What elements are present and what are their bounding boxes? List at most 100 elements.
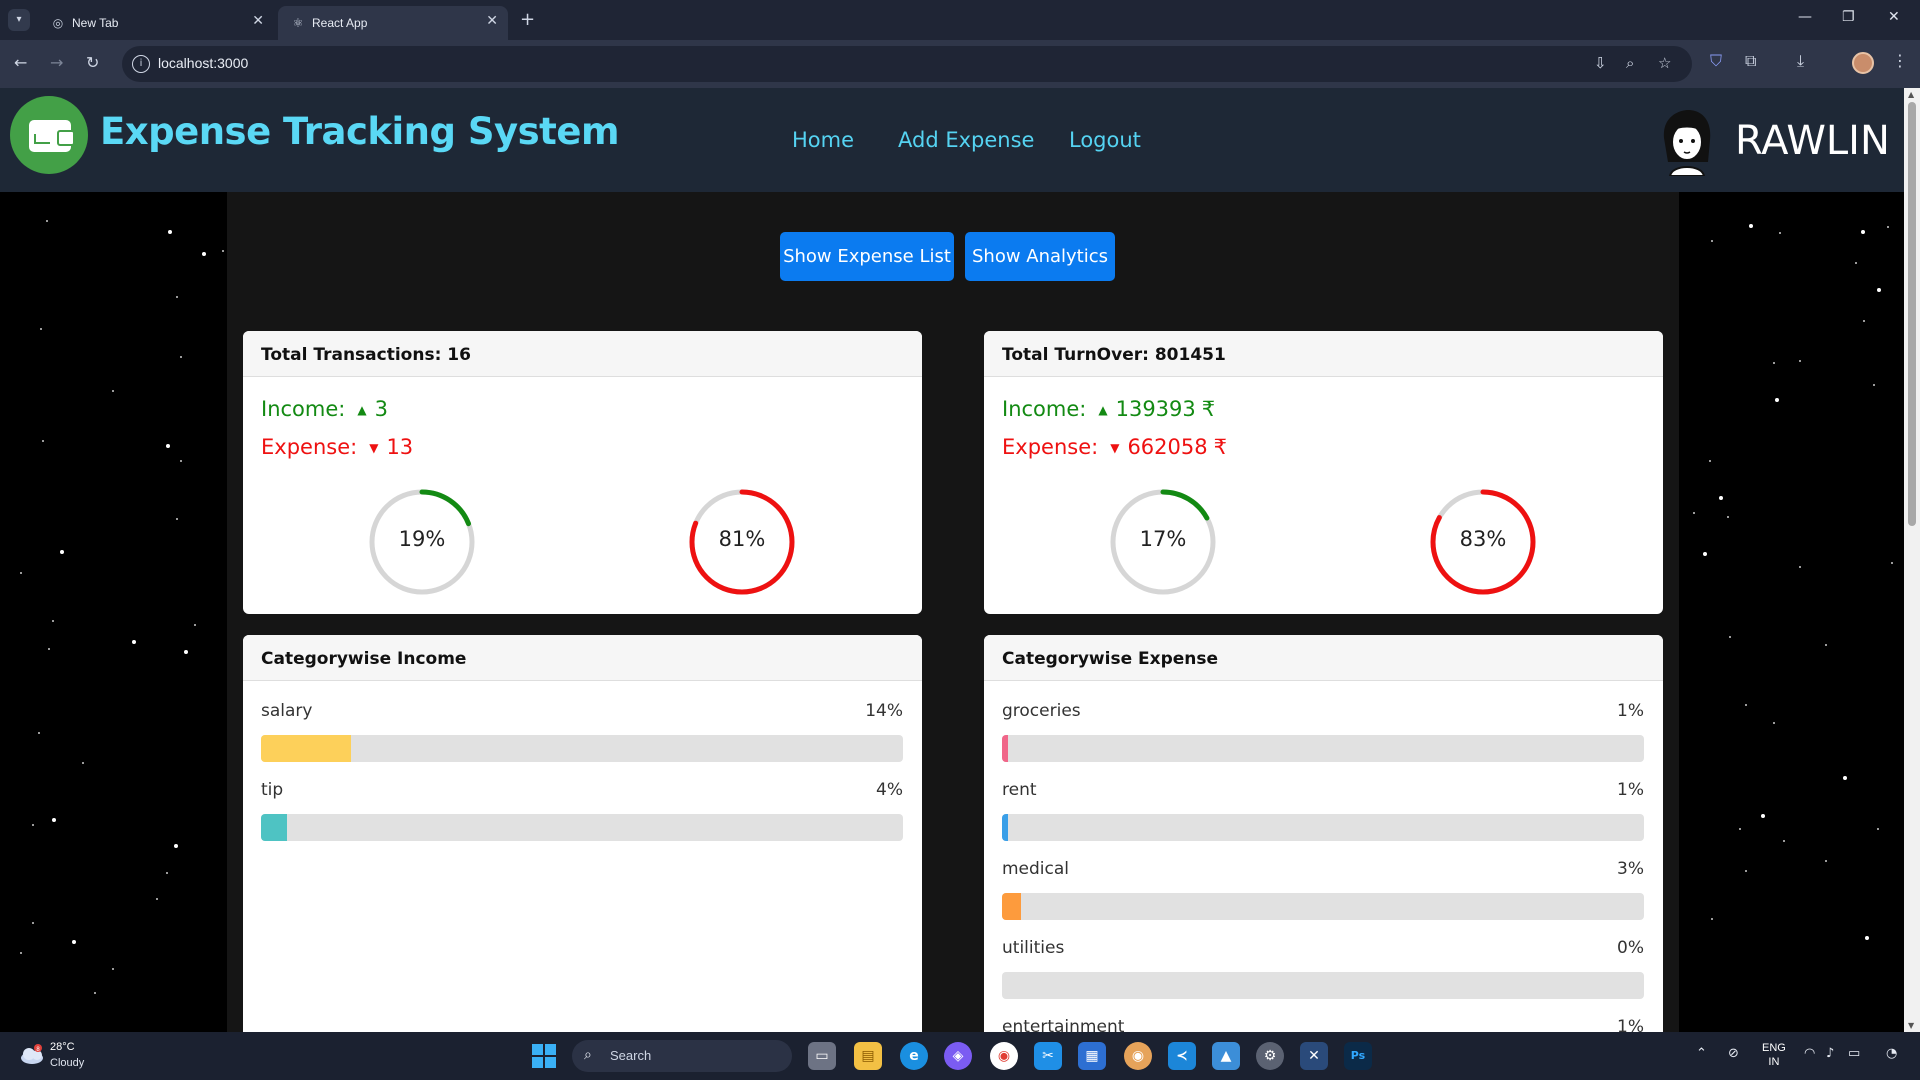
photoshop-icon[interactable]: Ps — [1344, 1042, 1372, 1070]
extensions-icon[interactable]: ⧉ — [1745, 51, 1756, 71]
copilot-icon[interactable]: ◈ — [944, 1042, 972, 1070]
snipping-tool-icon[interactable]: ✂ — [1034, 1042, 1062, 1070]
file-explorer-icon[interactable]: ▤ — [854, 1042, 882, 1070]
network-off-icon[interactable]: ⊘ — [1728, 1046, 1739, 1061]
battery-icon[interactable]: ▭ — [1848, 1046, 1860, 1061]
card-title: Categorywise Expense — [984, 635, 1663, 681]
windows-taskbar: 8 28°C Cloudy ⌕ Search ▭ ▤ e ◈ ◉ ✂ ▦ ◉ ≺… — [0, 1032, 1920, 1080]
volume-icon[interactable]: ♪ — [1826, 1046, 1834, 1061]
microsoft-store-icon[interactable]: ▦ — [1078, 1042, 1106, 1070]
expense-amount: Expense: ▼ 662058 ₹ — [1002, 435, 1227, 459]
shield-extension-icon[interactable]: ⛉ — [1710, 51, 1722, 71]
categorywise-income-card: Categorywise Income salary 14% tip 4% — [243, 635, 922, 1032]
total-turnover-card: Total TurnOver: 801451 Income: ▲ 139393 ₹ E… — [984, 331, 1663, 614]
app-header: Expense Tracking System Home Add Expense… — [0, 88, 1904, 192]
close-tab-icon[interactable]: ✕ — [252, 13, 264, 29]
scroll-down-icon[interactable]: ▼ — [1908, 1021, 1914, 1030]
show-analytics-button[interactable]: Show Analytics — [965, 232, 1115, 281]
expense-percentage: 83% — [1459, 527, 1507, 551]
menu-kebab-icon[interactable]: ⋮ — [1892, 51, 1908, 70]
tray-overflow-icon[interactable]: ⌃ — [1696, 1046, 1707, 1061]
page-scrollbar[interactable]: ▲ ▼ — [1904, 88, 1920, 1032]
browser-tab-strip: ▾ ◎ New Tab ✕ ⚛ React App ✕ + — ❐ ✕ — [0, 0, 1920, 40]
bookmark-star-icon[interactable]: ☆ — [1658, 54, 1671, 72]
starfield-left — [0, 192, 227, 1032]
minimize-icon[interactable]: — — [1798, 9, 1812, 25]
new-tab-icon[interactable]: + — [520, 9, 535, 30]
category-progress-bar — [1002, 893, 1644, 920]
category-label: utilities — [1002, 938, 1065, 958]
nav-add-expense-link[interactable]: Add Expense — [898, 128, 1034, 152]
notifications-bell-icon[interactable]: ◔ — [1886, 1046, 1897, 1061]
category-percentage: 14% — [865, 701, 903, 721]
tab-search-button[interactable]: ▾ — [8, 9, 30, 31]
user-avatar — [1656, 108, 1718, 177]
rupee-icon: ₹ — [1201, 397, 1216, 421]
caret-down-icon: ▼ — [1110, 441, 1120, 455]
weather-description[interactable]: Cloudy — [50, 1057, 84, 1069]
forward-icon[interactable]: → — [50, 53, 63, 72]
chrome-profile-icon[interactable]: ◉ — [1124, 1042, 1152, 1070]
income-percentage-ring: 17% — [1108, 487, 1218, 597]
card-title: Categorywise Income — [243, 635, 922, 681]
category-progress-bar — [261, 814, 903, 841]
category-percentage: 1% — [1617, 1017, 1644, 1032]
category-progress-fill — [261, 814, 287, 841]
reload-icon[interactable]: ↻ — [86, 53, 99, 72]
close-window-icon[interactable]: ✕ — [1888, 9, 1900, 25]
category-progress-bar — [1002, 814, 1644, 841]
browser-tab-react-app[interactable]: ⚛ React App ✕ — [278, 6, 508, 40]
scrollbar-thumb[interactable] — [1908, 102, 1916, 526]
react-icon: ⚛ — [292, 16, 304, 30]
scroll-up-icon[interactable]: ▲ — [1908, 90, 1914, 99]
weather-temperature[interactable]: 28°C — [50, 1041, 75, 1053]
nav-logout-link[interactable]: Logout — [1069, 128, 1141, 152]
restore-icon[interactable]: ❐ — [1842, 9, 1855, 25]
category-row: tip 4% — [261, 780, 903, 858]
windows-start-icon[interactable] — [532, 1044, 556, 1068]
starfield-right — [1679, 192, 1904, 1032]
taskbar-search[interactable]: ⌕ Search — [572, 1040, 792, 1072]
zoom-icon[interactable]: ⌕ — [1626, 54, 1634, 72]
category-progress-bar — [1002, 735, 1644, 762]
brand-title: Expense Tracking System — [100, 110, 620, 153]
category-row: rent 1% — [1002, 780, 1644, 858]
back-icon[interactable]: ← — [14, 53, 27, 72]
site-info-icon[interactable]: i — [132, 55, 150, 73]
vscode-icon[interactable]: ≺ — [1168, 1042, 1196, 1070]
profile-avatar[interactable] — [1852, 52, 1874, 74]
task-view-icon[interactable]: ▭ — [808, 1042, 836, 1070]
photos-icon[interactable]: ▲ — [1212, 1042, 1240, 1070]
categorywise-expense-card: Categorywise Expense groceries 1% rent 1% me… — [984, 635, 1663, 1032]
wifi-icon[interactable]: ◠ — [1804, 1046, 1815, 1061]
downloads-icon[interactable]: ⤓ — [1797, 51, 1804, 71]
expense-percentage-ring: 83% — [1428, 487, 1538, 597]
browser-tab-new-tab[interactable]: ◎ New Tab ✕ — [38, 6, 274, 40]
virtualbox-icon[interactable]: ✕ — [1300, 1042, 1328, 1070]
install-app-icon[interactable]: ⇩ — [1594, 54, 1607, 72]
show-expense-list-button[interactable]: Show Expense List — [780, 232, 954, 281]
category-percentage: 4% — [876, 780, 903, 800]
edge-icon[interactable]: e — [900, 1042, 928, 1070]
category-percentage: 1% — [1617, 780, 1644, 800]
expense-value: 13 — [386, 435, 414, 459]
taskbar-search-label: Search — [610, 1048, 652, 1063]
category-progress-bar — [1002, 972, 1644, 999]
close-tab-icon[interactable]: ✕ — [486, 13, 498, 29]
total-transactions-card: Total Transactions: 16 Income: ▲ 3 Expense… — [243, 331, 922, 614]
income-count: Income: ▲ 3 — [261, 397, 388, 421]
expense-percentage: 81% — [718, 527, 766, 551]
search-icon: ⌕ — [584, 1047, 592, 1063]
income-value: 139393 — [1115, 397, 1196, 421]
settings-gear-icon[interactable]: ⚙ — [1256, 1042, 1284, 1070]
nav-home-link[interactable]: Home — [792, 128, 854, 152]
chrome-icon[interactable]: ◉ — [990, 1042, 1018, 1070]
language-indicator[interactable]: ENG IN — [1762, 1041, 1786, 1069]
browser-toolbar: ← → ↻ i localhost:3000 ⇩ ⌕ ☆ — [0, 40, 1920, 88]
category-label: tip — [261, 780, 284, 800]
category-label: entertainment — [1002, 1017, 1125, 1032]
cloudy-weather-icon[interactable]: 8 — [18, 1044, 44, 1064]
url-text[interactable]: localhost:3000 — [158, 55, 248, 71]
address-bar[interactable]: i localhost:3000 ⇩ ⌕ ☆ — [122, 46, 1692, 82]
card-title: Total TurnOver: 801451 — [984, 331, 1663, 377]
